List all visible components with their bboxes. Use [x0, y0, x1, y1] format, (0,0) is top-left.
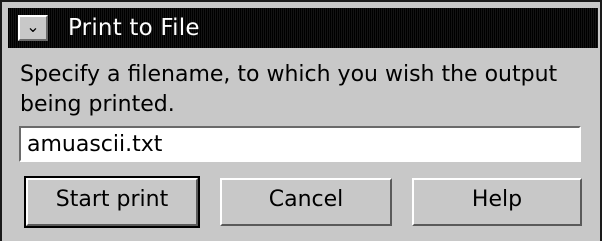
start-print-button[interactable]: Start print [24, 176, 200, 228]
filename-input[interactable] [19, 126, 581, 162]
system-menu-icon[interactable]: ⌄ [18, 15, 48, 41]
cancel-button[interactable]: Cancel [220, 178, 392, 226]
window-title: Print to File [68, 15, 200, 41]
title-bar[interactable]: ⌄ Print to File [8, 8, 598, 48]
help-button[interactable]: Help [412, 178, 582, 226]
instruction-text: Specify a filename, to which you wish th… [20, 62, 558, 117]
print-to-file-dialog: ⌄ Print to File Specify a filename, to w… [0, 0, 602, 241]
